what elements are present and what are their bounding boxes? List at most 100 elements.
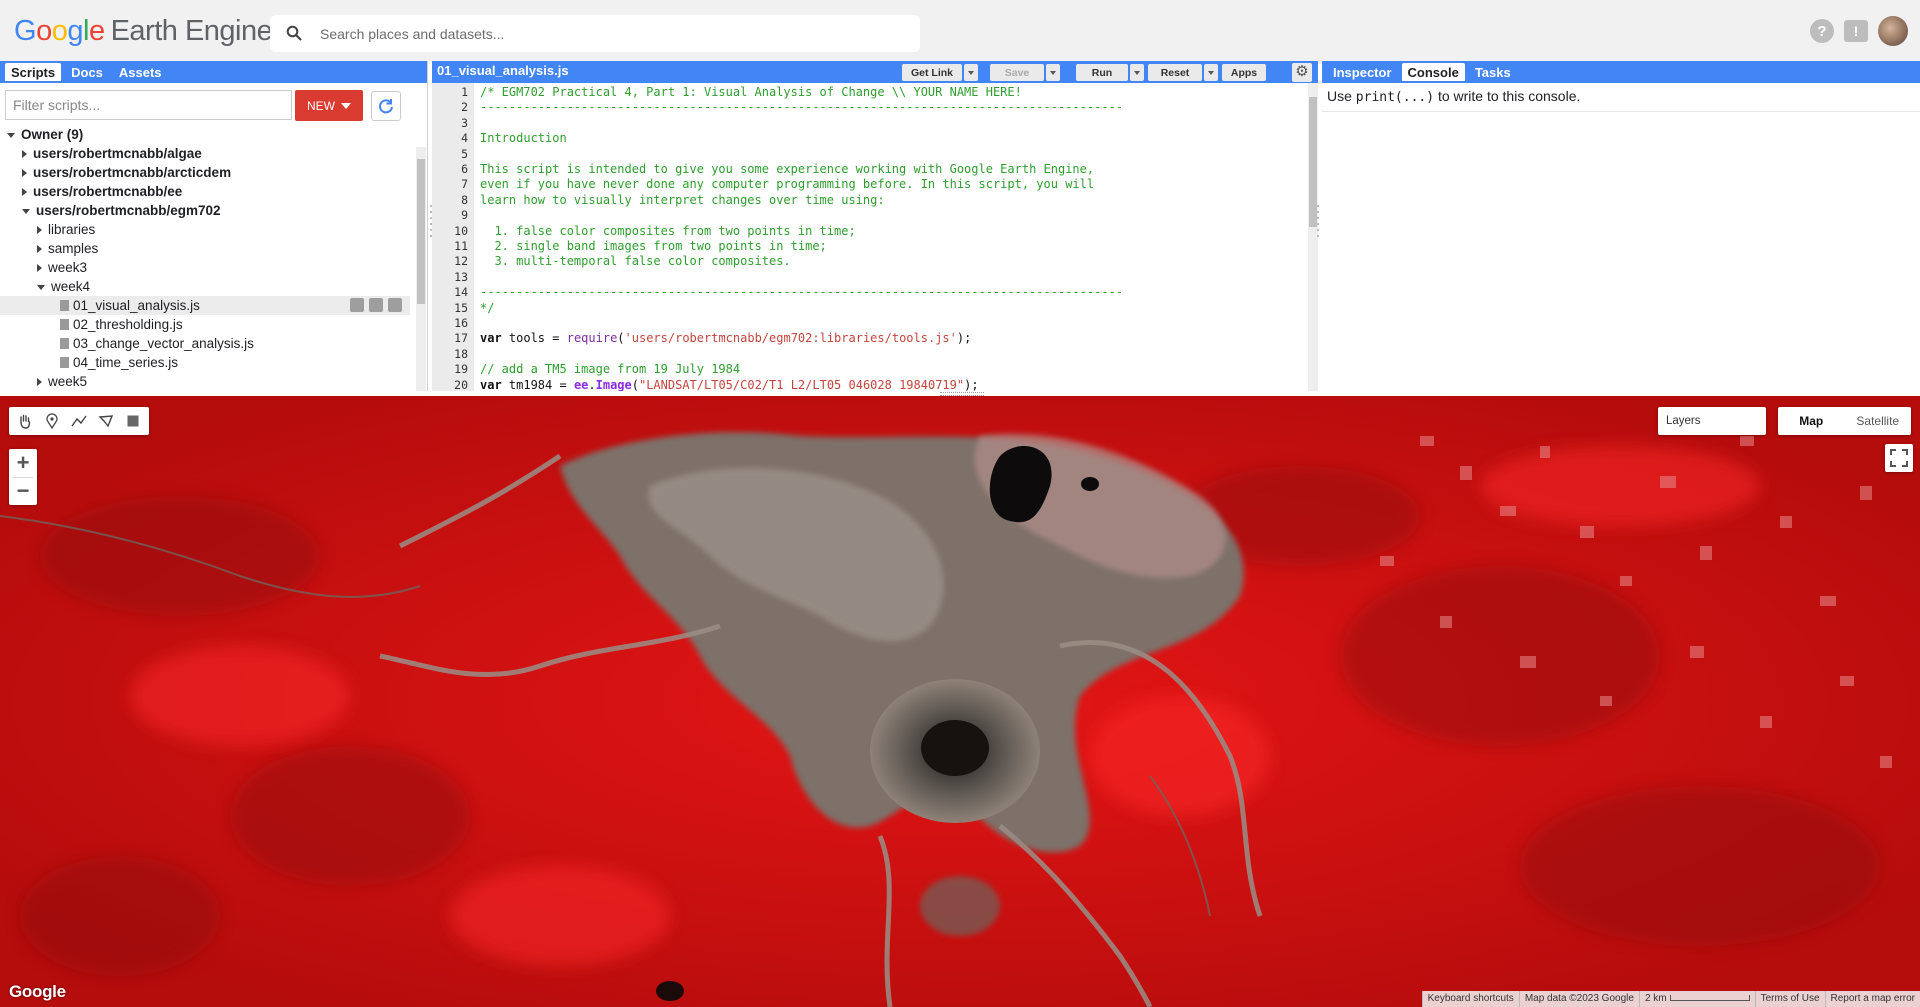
map-type-satellite[interactable]: Satellite (1845, 407, 1912, 435)
save-button[interactable]: Save (990, 64, 1044, 81)
tab-tasks[interactable]: Tasks (1469, 63, 1517, 81)
caret-right-icon[interactable] (37, 378, 42, 387)
script-folder-item[interactable]: week4 (0, 277, 410, 296)
earth-engine-logo[interactable]: Google Earth Engine (14, 14, 273, 48)
code-line[interactable]: 3. multi-temporal false color composites… (480, 254, 790, 269)
script-folder-item[interactable]: users/robertmcnabb/algae (0, 144, 410, 163)
run-button[interactable]: Run (1076, 64, 1128, 81)
tree-scroll-thumb[interactable] (417, 159, 425, 304)
map-view[interactable]: + − Layers Map Satellite Google Keyboard… (0, 396, 1920, 1007)
tab-inspector[interactable]: Inspector (1327, 63, 1398, 81)
search-box[interactable] (270, 15, 920, 52)
code-line[interactable]: var tm1984 = ee.Image("LANDSAT/LT05/C02/… (480, 378, 979, 391)
code-line[interactable]: Introduction (480, 131, 567, 146)
delete-icon[interactable] (388, 298, 402, 312)
new-button[interactable]: NEW (295, 90, 363, 121)
rectangle-icon[interactable] (121, 410, 145, 432)
tab-console[interactable]: Console (1401, 63, 1465, 81)
tab-scripts[interactable]: Scripts (5, 63, 62, 81)
right-splitter-handle[interactable] (1315, 200, 1321, 244)
hand-icon[interactable] (13, 410, 37, 432)
map-attribution: Keyboard shortcuts Map data ©2023 Google… (1421, 991, 1920, 1007)
caret-down-icon[interactable] (37, 284, 45, 290)
tab-assets[interactable]: Assets (113, 63, 168, 81)
caret-right-icon[interactable] (37, 245, 42, 254)
script-folder-item[interactable]: samples (0, 239, 410, 258)
script-folder-item[interactable]: Owner (9) (0, 125, 410, 144)
caret-right-icon[interactable] (22, 169, 27, 178)
line-number: 2 (461, 100, 468, 115)
script-folder-item[interactable]: libraries (0, 220, 410, 239)
layers-button[interactable]: Layers (1658, 407, 1766, 435)
caret-right-icon[interactable] (37, 264, 42, 273)
history-icon[interactable] (350, 298, 364, 312)
map-type-map[interactable]: Map (1778, 407, 1845, 435)
code-line[interactable]: var tools = require('users/robertmcnabb/… (480, 331, 971, 346)
get-link-dropdown[interactable] (964, 64, 978, 81)
code-line[interactable]: ----------------------------------------… (480, 285, 1123, 300)
filter-scripts-input[interactable] (5, 90, 292, 120)
code-line[interactable]: ----------------------------------------… (480, 100, 1123, 115)
zoom-in-button[interactable]: + (9, 449, 37, 477)
caret-down-icon[interactable] (7, 132, 15, 138)
terms-link[interactable]: Terms of Use (1754, 991, 1825, 1007)
reset-dropdown[interactable] (1204, 64, 1218, 81)
scale-indicator[interactable]: 2 km (1638, 991, 1755, 1007)
caret-right-icon[interactable] (22, 188, 27, 197)
tab-docs[interactable]: Docs (65, 63, 109, 81)
line-number: 6 (461, 162, 468, 176)
line-number: 3 (461, 115, 468, 130)
report-error-link[interactable]: Report a map error (1824, 991, 1920, 1007)
map-type-toggle: Map Satellite (1778, 407, 1911, 435)
get-link-button[interactable]: Get Link (902, 64, 962, 81)
line-number: 8 (461, 192, 468, 207)
reset-button[interactable]: Reset (1148, 64, 1202, 81)
code-line[interactable]: /* EGM702 Practical 4, Part 1: Visual An… (480, 85, 1022, 100)
script-folder-item[interactable]: week3 (0, 258, 410, 277)
script-folder-item[interactable]: users/robertmcnabb/egm702 (0, 201, 410, 220)
caret-down-icon[interactable] (22, 208, 30, 214)
refresh-button[interactable] (371, 91, 401, 121)
script-file-item[interactable]: 01_visual_analysis.js (0, 296, 410, 315)
gear-icon[interactable]: ⚙ (1292, 63, 1312, 82)
script-file-item[interactable]: 04_time_series.js (0, 353, 410, 372)
script-folder-item[interactable]: users/robertmcnabb/arcticdem (0, 163, 410, 182)
tree-scrollbar[interactable] (416, 147, 426, 391)
code-line[interactable]: This script is intended to give you some… (480, 162, 1094, 177)
line-number: 14 (454, 285, 468, 300)
code-token: even if you have never done any computer… (480, 177, 1095, 192)
marker-icon[interactable] (40, 410, 64, 432)
script-folder-item[interactable]: week5 (0, 372, 410, 389)
code-line[interactable]: even if you have never done any computer… (480, 177, 1094, 192)
code-line[interactable]: // add a TM5 image from 19 July 1984 (480, 362, 740, 377)
code-token: ee (573, 377, 589, 391)
fullscreen-button[interactable] (1885, 444, 1913, 472)
feedback-icon[interactable]: ! (1844, 20, 1868, 42)
script-file-item[interactable]: 02_thresholding.js (0, 315, 410, 334)
tree-item-label: Owner (9) (21, 127, 84, 142)
code-area[interactable]: /* EGM702 Practical 4, Part 1: Visual An… (474, 83, 1306, 391)
polygon-icon[interactable] (94, 410, 118, 432)
code-line[interactable]: 2. single band images from two points in… (480, 239, 826, 254)
code-line[interactable]: */ (480, 301, 494, 316)
help-icon[interactable]: ? (1810, 19, 1834, 43)
save-dropdown[interactable] (1046, 64, 1060, 81)
keyboard-shortcuts-link[interactable]: Keyboard shortcuts (1421, 991, 1519, 1007)
search-input[interactable] (320, 21, 900, 46)
line-icon[interactable] (67, 410, 91, 432)
logo-letter: G (14, 15, 37, 47)
run-dropdown[interactable] (1130, 64, 1144, 81)
caret-right-icon[interactable] (37, 226, 42, 235)
avatar[interactable] (1878, 16, 1908, 46)
code-line[interactable]: learn how to visually interpret changes … (480, 193, 885, 208)
line-number: 10 (454, 223, 468, 238)
rename-icon[interactable] (369, 298, 383, 312)
script-file-item[interactable]: 03_change_vector_analysis.js (0, 334, 410, 353)
apps-button[interactable]: Apps (1222, 64, 1266, 81)
zoom-divider (13, 477, 33, 478)
script-folder-item[interactable]: users/robertmcnabb/ee (0, 182, 410, 201)
caret-right-icon[interactable] (22, 150, 27, 159)
zoom-out-button[interactable]: − (9, 477, 37, 505)
console-panel: Inspector Console Tasks Use print(...) t… (1322, 61, 1920, 391)
code-line[interactable]: 1. false color composites from two point… (480, 224, 855, 239)
